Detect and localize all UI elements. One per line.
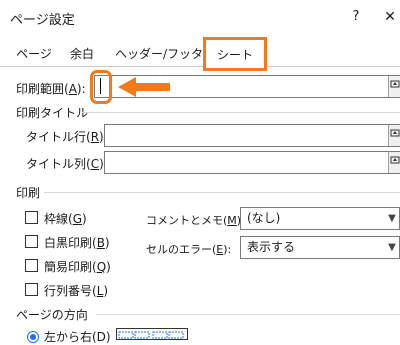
chevron-down-icon: ▼ bbox=[388, 242, 396, 253]
tab-margins[interactable]: 余白 bbox=[60, 43, 104, 67]
comments-label-prefix: コメントとメモ( bbox=[146, 214, 228, 227]
print-area-label-suffix: ): bbox=[76, 82, 86, 96]
collapse-dialog-icon[interactable] bbox=[388, 125, 400, 146]
black-white-label-prefix: 白黒印刷( bbox=[44, 236, 97, 250]
left-to-right-label: 左から右(D) bbox=[44, 330, 111, 344]
tab-sheet[interactable]: シート bbox=[203, 37, 267, 71]
row-col-headings-label: 行列番号(L) bbox=[44, 282, 108, 299]
page-order-divider bbox=[96, 314, 400, 315]
draft-quality-label-prefix: 簡易印刷( bbox=[44, 260, 97, 274]
title-rows-label: タイトル行(R): bbox=[26, 128, 108, 145]
black-white-checkbox[interactable] bbox=[25, 235, 38, 248]
print-titles-section-label: 印刷タイトル bbox=[16, 106, 89, 120]
title-rows-label-key: R bbox=[90, 130, 100, 144]
collapse-dialog-icon[interactable] bbox=[388, 76, 400, 97]
page-order-preview-graphic bbox=[118, 331, 184, 339]
title-cols-label-prefix: タイトル列( bbox=[26, 157, 91, 171]
draft-quality-checkbox[interactable] bbox=[25, 259, 38, 272]
draft-quality-label: 簡易印刷(Q) bbox=[44, 258, 111, 275]
left-to-right-radio[interactable] bbox=[27, 331, 39, 343]
cell-errors-label-prefix: セルのエラー( bbox=[146, 243, 217, 256]
collapse-dialog-icon[interactable] bbox=[388, 152, 400, 173]
title-cols-input[interactable] bbox=[104, 151, 400, 174]
title-cols-label: タイトル列(C): bbox=[26, 155, 108, 172]
draft-quality-label-suffix: ) bbox=[106, 260, 111, 274]
cell-errors-select-value: 表示する bbox=[247, 240, 296, 254]
print-divider bbox=[44, 192, 400, 193]
print-titles-divider bbox=[82, 112, 400, 113]
title-rows-label-prefix: タイトル行( bbox=[26, 130, 91, 144]
page-order-section-label: ページの方向 bbox=[16, 308, 88, 322]
page-order-preview-icon bbox=[116, 328, 188, 340]
print-section-label: 印刷 bbox=[16, 186, 41, 200]
cell-errors-select[interactable]: 表示する ▼ bbox=[240, 236, 400, 259]
tab-page[interactable]: ページ bbox=[12, 43, 56, 67]
dialog-title: ページ設定 bbox=[10, 13, 75, 28]
help-button[interactable]: ? bbox=[344, 5, 368, 29]
title-rows-input[interactable] bbox=[104, 124, 400, 147]
print-area-label-prefix: 印刷範囲( bbox=[16, 82, 69, 96]
gridlines-checkbox[interactable] bbox=[25, 211, 38, 224]
gridlines-label-prefix: 枠線( bbox=[44, 212, 73, 226]
gridlines-label-suffix: ) bbox=[82, 212, 87, 226]
cell-errors-label: セルのエラー(E): bbox=[146, 241, 231, 257]
comments-label-key: M bbox=[227, 214, 237, 227]
close-button[interactable]: ✕ bbox=[378, 5, 400, 29]
comments-label: コメントとメモ(M): bbox=[146, 212, 245, 228]
black-white-label-suffix: ) bbox=[104, 236, 110, 250]
highlight-box bbox=[90, 70, 112, 104]
print-area-label-key: A bbox=[68, 82, 77, 96]
cell-errors-label-suffix: ): bbox=[223, 243, 232, 256]
print-area-label: 印刷範囲(A): bbox=[16, 80, 86, 97]
tab-header-footer[interactable]: ヘッダー/フッター bbox=[112, 43, 206, 83]
title-cols-label-key: C bbox=[90, 157, 100, 171]
black-white-label: 白黒印刷(B) bbox=[44, 234, 110, 251]
black-white-label-key: B bbox=[96, 236, 105, 250]
row-col-headings-label-prefix: 行列番号( bbox=[44, 284, 97, 298]
title-bar: ページ設定 ? ✕ bbox=[0, 0, 400, 34]
row-col-headings-label-suffix: ) bbox=[103, 284, 109, 298]
gridlines-label: 枠線(G) bbox=[44, 210, 87, 227]
gridlines-label-key: G bbox=[72, 212, 82, 226]
comments-select-value: (なし) bbox=[247, 211, 281, 225]
chevron-down-icon: ▼ bbox=[388, 213, 396, 224]
draft-quality-label-key: Q bbox=[96, 260, 107, 274]
pointer-arrow-icon bbox=[118, 77, 170, 97]
text-caret bbox=[100, 78, 101, 94]
comments-select[interactable]: (なし) ▼ bbox=[240, 207, 400, 230]
radio-selected-dot bbox=[30, 334, 36, 340]
row-col-headings-checkbox[interactable] bbox=[25, 283, 38, 296]
